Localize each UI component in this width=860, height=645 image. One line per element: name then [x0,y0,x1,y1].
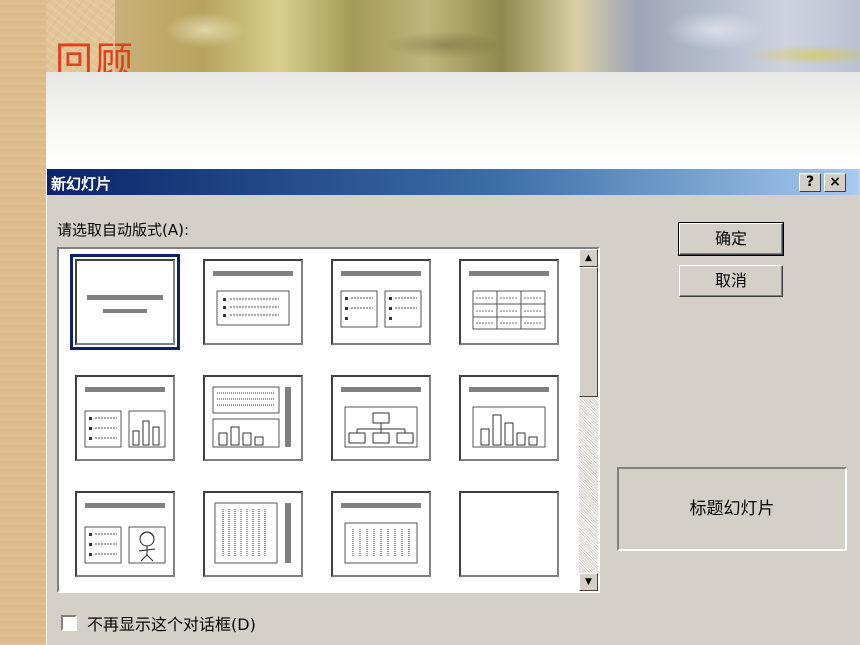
decorative-leaf-banner [115,0,860,72]
layout-thumb-vertical-text[interactable] [331,491,431,577]
help-button[interactable]: ? [799,173,821,192]
scrollbar-thumb[interactable] [579,267,598,397]
cancel-button[interactable]: 取消 [679,265,783,297]
layout-thumb-vertical-title-and-text[interactable] [203,491,303,577]
layout-thumb-chart[interactable] [459,375,559,461]
text-and-clip-art-layout-icon [84,503,166,564]
dialog-title: 新幻灯片 [51,175,112,193]
dont-show-again-label[interactable]: 不再显示这个对话框(D) [87,611,256,635]
vertical-text-layout-icon [341,503,421,564]
layout-thumb-two-column-text[interactable] [331,259,431,345]
choose-autolayout-label: 请选取自动版式(A): [57,221,190,239]
title-slide-layout-icon [87,295,163,313]
layout-thumb-title-slide[interactable] [70,254,180,350]
chart-and-text-layout-icon [212,386,291,448]
ok-button[interactable]: 确定 [678,222,784,256]
slide-background-strip [0,0,46,645]
layout-thumb-text-and-chart[interactable] [75,375,175,461]
scroll-down-arrow-icon[interactable]: ▼ [579,573,598,591]
organization-chart-layout-icon [341,387,421,448]
layout-thumb-chart-and-text[interactable] [203,375,303,461]
dont-show-again-checkbox[interactable] [61,615,77,631]
layout-list-scrollbar[interactable]: ▲ ▼ [579,249,598,591]
layout-thumb-text-and-clip-art[interactable] [75,491,175,577]
table-layout-icon [469,271,549,330]
chart-layout-icon [469,387,549,448]
two-column-text-layout-icon [340,271,422,328]
text-and-chart-layout-icon [84,387,166,448]
blank-layout-icon [461,493,557,575]
selected-layout-name: 标题幻灯片 [617,467,847,551]
layout-thumb-organization-chart[interactable] [331,375,431,461]
vertical-title-and-text-layout-icon [214,502,291,564]
new-slide-dialog: 新幻灯片 ? × 请选取自动版式(A): ▲ ▼ 确定 取消 标题幻灯片 不再显… [46,168,860,645]
scroll-up-arrow-icon[interactable]: ▲ [579,249,598,267]
bulleted-list-layout-icon [213,271,293,326]
autolayout-list[interactable]: ▲ ▼ [57,247,600,593]
slide-title-area [46,72,860,168]
layout-thumb-blank[interactable] [459,491,559,577]
layout-thumb-bulleted-list[interactable] [203,259,303,345]
close-button[interactable]: × [824,173,846,192]
dialog-titlebar[interactable]: 新幻灯片 ? × [47,169,859,195]
layout-thumb-table[interactable] [459,259,559,345]
